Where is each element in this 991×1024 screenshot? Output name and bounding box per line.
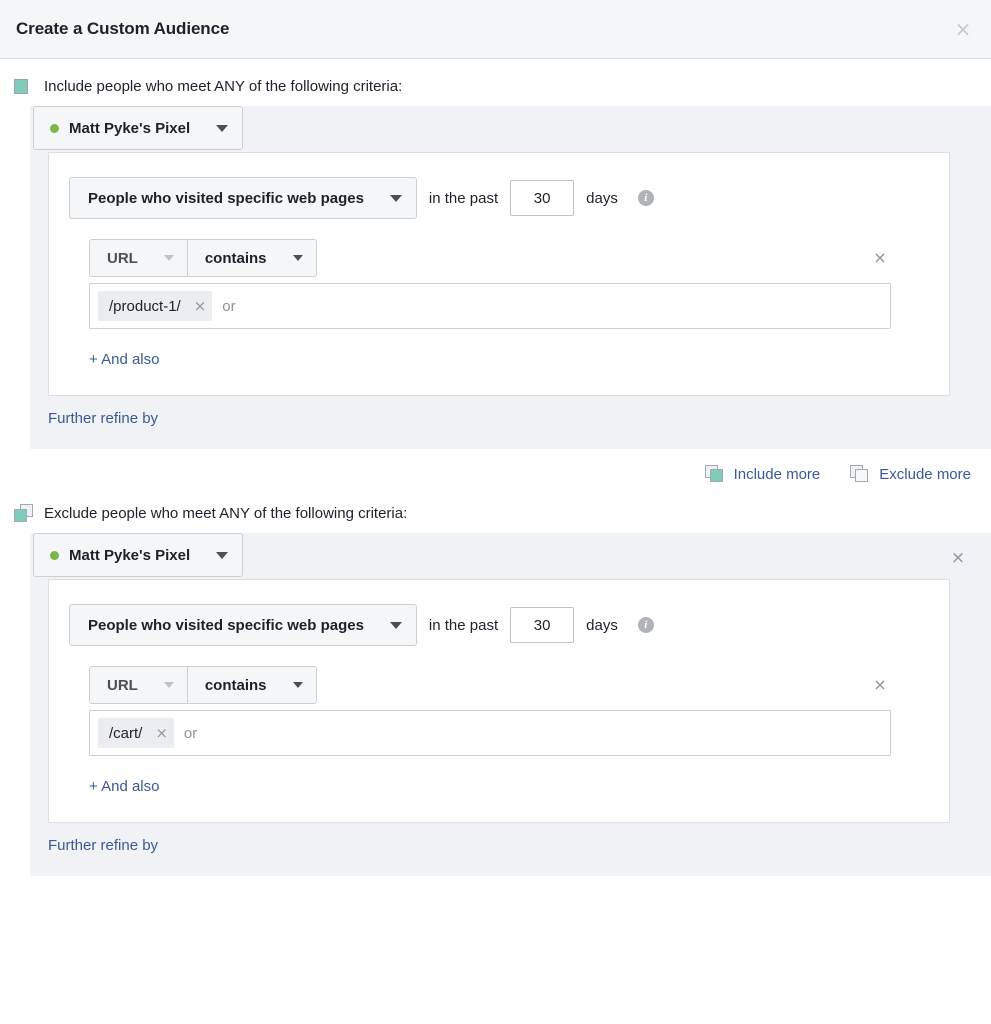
include-condition-block: URL contains × /product-1/ × or: [89, 239, 949, 329]
chevron-down-icon: [389, 621, 402, 629]
exclude-condition-field-dropdown[interactable]: URL: [89, 666, 187, 704]
exclude-pixel-row: Matt Pyke's Pixel ×: [33, 533, 991, 579]
include-pixel-name: Matt Pyke's Pixel: [69, 119, 191, 137]
chevron-down-icon: [216, 551, 229, 559]
include-rule-card: People who visited specific web pages in…: [48, 152, 950, 396]
include-more-button[interactable]: Include more: [704, 465, 821, 484]
include-more-label: Include more: [733, 466, 821, 483]
include-value-token-label: /product-1/: [109, 297, 181, 315]
include-value-token-remove-button[interactable]: ×: [194, 298, 207, 314]
chevron-down-icon: [292, 255, 303, 261]
exclude-group-panel: Matt Pyke's Pixel × People who visited s…: [30, 533, 991, 876]
page-title: Create a Custom Audience: [16, 19, 230, 38]
exclude-retention-days-label: days: [586, 616, 618, 634]
include-condition-operator-dropdown[interactable]: contains: [186, 239, 317, 277]
create-custom-audience-dialog: Create a Custom Audience × Include peopl…: [0, 0, 991, 1024]
include-condition-value-field[interactable]: /product-1/ × or: [89, 283, 891, 329]
exclude-condition-selects: URL contains: [89, 666, 909, 704]
exclude-more-label: Exclude more: [879, 466, 971, 483]
exclude-condition-operator-label: contains: [204, 676, 267, 694]
include-group-panel: Matt Pyke's Pixel People who visited spe…: [30, 106, 991, 449]
exclude-condition-value-field[interactable]: /cart/ × or: [89, 710, 891, 756]
dialog-header: Create a Custom Audience ×: [0, 0, 991, 59]
include-condition-remove-button[interactable]: ×: [869, 247, 891, 269]
pixel-status-dot-icon: [50, 550, 59, 560]
exclude-condition-remove-button[interactable]: ×: [869, 674, 891, 696]
exclude-condition-block: URL contains × /cart/ × or: [89, 666, 949, 756]
exclude-value-token-remove-button[interactable]: ×: [155, 725, 168, 741]
audience-more-links-row: Include more Exclude more: [0, 449, 991, 484]
chevron-down-icon: [389, 194, 402, 202]
include-event-type-label: People who visited specific web pages: [88, 189, 364, 207]
exclude-more-button[interactable]: Exclude more: [850, 465, 971, 484]
include-square-icon: [14, 77, 34, 96]
include-section-label: Include people who meet ANY of the follo…: [44, 77, 403, 95]
exclude-event-type-dropdown[interactable]: People who visited specific web pages: [69, 604, 417, 646]
exclude-pixel-source-dropdown[interactable]: Matt Pyke's Pixel: [33, 533, 244, 577]
exclude-rule-card: People who visited specific web pages in…: [48, 579, 950, 823]
info-icon[interactable]: i: [637, 190, 654, 206]
include-further-refine-link[interactable]: Further refine by: [48, 410, 991, 427]
include-event-type-dropdown[interactable]: People who visited specific web pages: [69, 177, 417, 219]
include-retention-days-label: days: [586, 189, 618, 207]
exclude-value-token-label: /cart/: [109, 724, 143, 742]
include-condition-selects: URL contains: [89, 239, 909, 277]
exclude-section-remove-button[interactable]: ×: [947, 547, 969, 569]
include-pixel-row: Matt Pyke's Pixel: [33, 106, 991, 152]
info-icon[interactable]: i: [637, 617, 654, 633]
exclude-retention-prefix: in the past: [428, 616, 499, 634]
chevron-down-icon: [292, 682, 303, 688]
exclude-section-header: Exclude people who meet ANY of the follo…: [0, 484, 991, 533]
include-condition-field-label: URL: [107, 249, 138, 267]
exclude-rule-line: People who visited specific web pages in…: [49, 604, 949, 646]
pixel-status-dot-icon: [50, 123, 59, 133]
exclude-pixel-name: Matt Pyke's Pixel: [69, 546, 191, 564]
exclude-event-type-label: People who visited specific web pages: [88, 616, 364, 634]
exclude-condition-operator-dropdown[interactable]: contains: [186, 666, 317, 704]
include-retention-prefix: in the past: [428, 189, 499, 207]
exclude-section-label: Exclude people who meet ANY of the follo…: [44, 504, 408, 522]
close-dialog-button[interactable]: ×: [950, 16, 976, 42]
include-more-stack-icon: [704, 465, 725, 484]
include-value-placeholder: or: [222, 297, 236, 315]
dialog-body: Include people who meet ANY of the follo…: [0, 59, 991, 876]
chevron-down-icon: [163, 682, 174, 688]
exclude-condition-field-label: URL: [107, 676, 138, 694]
include-condition-operator-label: contains: [204, 249, 267, 267]
include-retention-days-input[interactable]: [510, 180, 575, 216]
include-value-token: /product-1/ ×: [98, 291, 213, 321]
exclude-further-refine-link[interactable]: Further refine by: [48, 837, 991, 854]
include-condition-field-dropdown[interactable]: URL: [89, 239, 187, 277]
exclude-retention-days-input[interactable]: [510, 607, 575, 643]
include-pixel-source-dropdown[interactable]: Matt Pyke's Pixel: [33, 106, 244, 150]
include-and-also-link[interactable]: + And also: [89, 351, 159, 368]
include-section-header: Include people who meet ANY of the follo…: [0, 59, 991, 106]
exclude-value-token: /cart/ ×: [98, 718, 174, 748]
exclude-and-also-link[interactable]: + And also: [89, 778, 159, 795]
exclude-value-placeholder: or: [183, 724, 198, 742]
include-rule-line: People who visited specific web pages in…: [49, 177, 949, 219]
chevron-down-icon: [163, 255, 174, 261]
exclude-square-icon: [14, 504, 34, 523]
chevron-down-icon: [216, 124, 229, 132]
exclude-more-stack-icon: [850, 465, 870, 484]
